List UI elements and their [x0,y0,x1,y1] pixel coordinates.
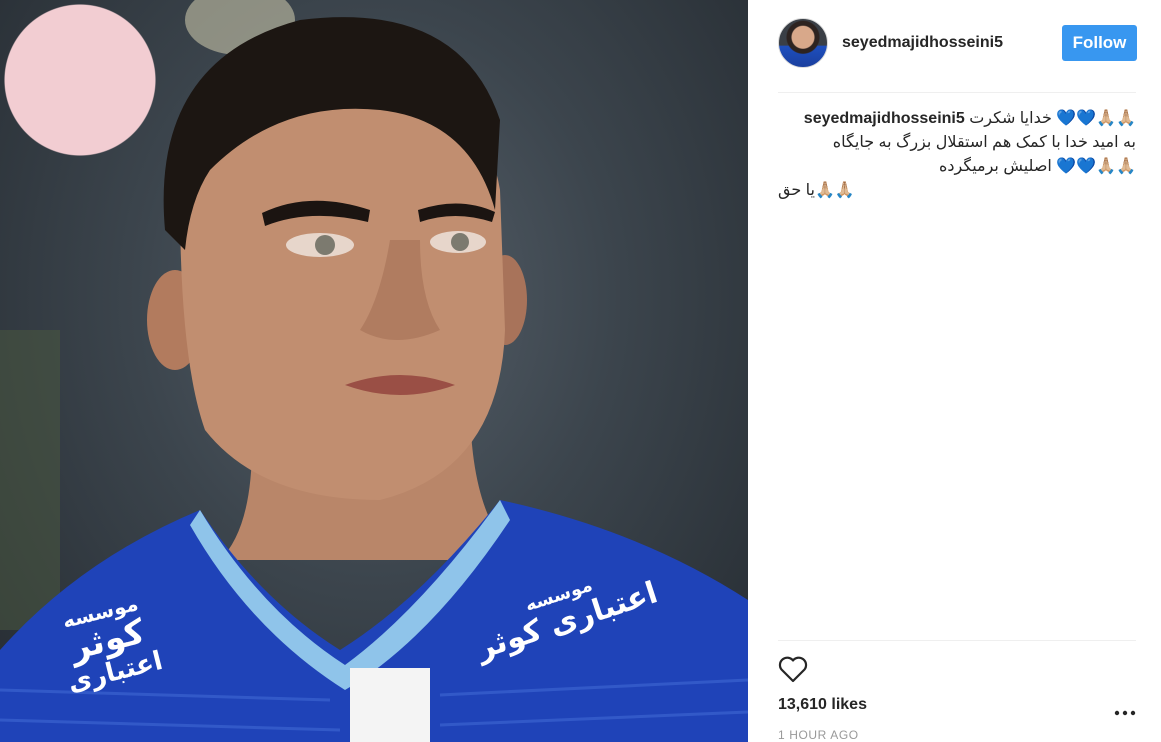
caption: 🙏🏼🙏🏼💙💙 خدایا شکرت seyedmajidhosseini5 به… [778,107,1136,203]
post-side-panel: seyedmajidhosseini5 Follow 🙏🏼🙏🏼💙💙 خدایا … [748,0,1161,742]
avatar[interactable] [778,18,828,68]
more-options-icon[interactable] [1114,710,1136,716]
caption-line-3: 🙏🏼🙏🏼💙💙 اصلیش برمیگرده [939,158,1136,175]
post-header: seyedmajidhosseini5 Follow [748,0,1161,92]
caption-line-1: 🙏🏼🙏🏼💙💙 خدایا شکرت seyedmajidhosseini5 [778,107,1136,131]
header-username[interactable]: seyedmajidhosseini5 [842,34,1003,52]
likes-count[interactable]: 13,610 likes [778,696,867,714]
caption-username[interactable]: seyedmajidhosseini5 [804,110,965,127]
caption-line-4: 🙏🏼🙏🏼یا حق [778,182,855,199]
follow-button[interactable]: Follow [1062,25,1137,61]
post-timestamp: 1 HOUR AGO [778,728,859,742]
actions-divider [778,640,1136,641]
heart-icon[interactable] [777,653,809,685]
header-divider [778,92,1136,93]
caption-line-2: به امید خدا با کمک هم استقلال بزرگ به جا… [832,134,1136,151]
caption-text-1: 🙏🏼🙏🏼💙💙 خدایا شکرت [969,110,1136,127]
post-photo[interactable]: موسسه کوثر اعتباری موسسه اعتباری کوثر [0,0,748,742]
